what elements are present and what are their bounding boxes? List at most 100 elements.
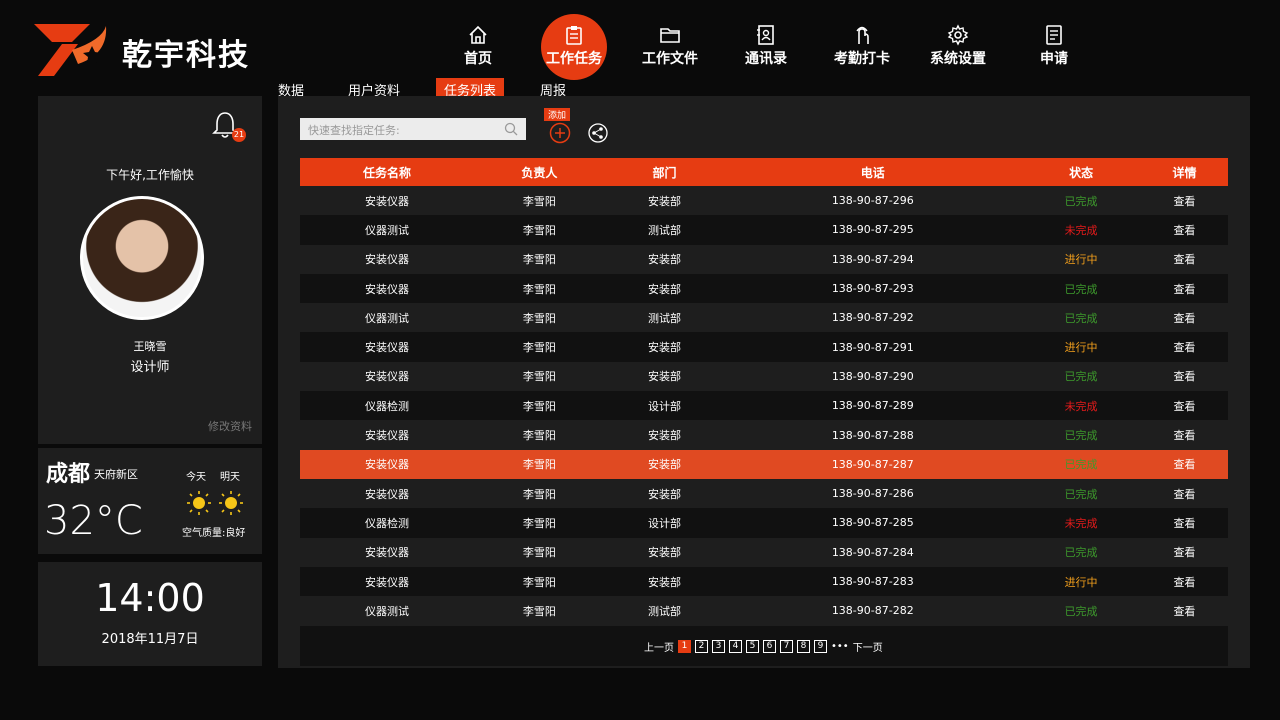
status-badge: 已完成: [1064, 458, 1098, 472]
view-link[interactable]: 查看: [1141, 215, 1228, 244]
table-cell: 138-90-87-283: [831, 575, 914, 588]
status-badge: 已完成: [1064, 487, 1098, 501]
table-row[interactable]: 仪器测试 李雪阳 测试部 138-90-87-292 已完成 查看: [300, 303, 1228, 333]
weather-city: 成都: [46, 462, 91, 487]
table-header-row: 任务名称 负责人 部门 电话 状态 详情: [300, 158, 1228, 186]
edit-profile-link[interactable]: 修改资料: [208, 418, 252, 434]
table-cell: 李雪阳: [522, 253, 556, 267]
table-cell: 138-90-87-291: [831, 340, 914, 354]
view-link[interactable]: 查看: [1141, 245, 1228, 274]
status-badge: 已完成: [1064, 194, 1098, 208]
table-row[interactable]: 仪器测试 李雪阳 测试部 138-90-87-295 未完成 查看: [300, 215, 1228, 245]
nav-item-1[interactable]: 工作任务: [526, 14, 622, 80]
table-cell: 李雪阳: [522, 575, 556, 589]
table-row[interactable]: 仪器检测 李雪阳 设计部 138-90-87-285 未完成 查看: [300, 508, 1228, 538]
logo-icon: [34, 24, 107, 76]
table-cell: 138-90-87-288: [831, 428, 914, 442]
nav-item-label: 工作文件: [642, 51, 698, 67]
view-link[interactable]: 查看: [1141, 450, 1228, 479]
page-button[interactable]: 2: [695, 640, 708, 653]
pagination-bar: 上一页 1 2 3 4 5 6 7 8 9 ••• 下一页: [300, 626, 1228, 666]
page-button[interactable]: 5: [746, 640, 759, 653]
view-link[interactable]: 查看: [1141, 508, 1228, 537]
nav-item-6[interactable]: 申请: [1006, 14, 1102, 80]
table-row[interactable]: 安装仪器 李雪阳 安装部 138-90-87-288 已完成 查看: [300, 420, 1228, 450]
share-icon[interactable]: [588, 123, 608, 143]
weather-district: 天府新区: [94, 468, 138, 481]
table-cell: 李雪阳: [522, 341, 556, 355]
view-link[interactable]: 查看: [1141, 274, 1228, 303]
table-row[interactable]: 仪器测试 李雪阳 测试部 138-90-87-282 已完成 查看: [300, 596, 1228, 626]
page-button[interactable]: 3: [712, 640, 725, 653]
page-button[interactable]: 9: [814, 640, 827, 653]
page-button[interactable]: 4: [729, 640, 742, 653]
sun-icon: [219, 491, 243, 515]
table-cell: 安装仪器: [365, 370, 410, 384]
table-row[interactable]: 安装仪器 李雪阳 安装部 138-90-87-296 已完成 查看: [300, 186, 1228, 216]
notification-badge: 21: [232, 128, 246, 142]
task-panel: 快速查找指定任务: 添加 任务名称 负责人 部门 电话 状态 详情 安装仪器 李雪阳 安装部 1…: [278, 96, 1250, 668]
table-row[interactable]: 安装仪器 李雪阳 安装部 138-90-87-293 已完成 查看: [300, 273, 1228, 304]
table-cell: 安装部: [647, 458, 681, 472]
view-link[interactable]: 查看: [1141, 362, 1228, 391]
search-input[interactable]: 快速查找指定任务:: [300, 118, 526, 140]
page-button[interactable]: 6: [763, 640, 776, 653]
status-badge: 进行中: [1064, 341, 1098, 355]
nav-item-2[interactable]: 工作文件: [622, 14, 718, 80]
column-header: 部门: [652, 165, 677, 180]
view-link[interactable]: 查看: [1141, 303, 1228, 332]
table-cell: 138-90-87-293: [831, 282, 914, 296]
next-page-button[interactable]: 下一页: [853, 639, 883, 654]
view-link[interactable]: 查看: [1141, 332, 1228, 361]
table-row[interactable]: 安装仪器 李雪阳 安装部 138-90-87-286 已完成 查看: [300, 478, 1228, 509]
table-row[interactable]: 安装仪器 李雪阳 安装部 138-90-87-290 已完成 查看: [300, 361, 1228, 392]
table-cell: 138-90-87-290: [831, 369, 914, 383]
page-button[interactable]: 1: [678, 640, 691, 653]
table-row[interactable]: 安装仪器 李雪阳 安装部 138-90-87-294 进行中 查看: [300, 244, 1228, 274]
nav-item-4[interactable]: 考勤打卡: [814, 14, 910, 80]
avatar: [80, 196, 204, 320]
table-cell: 测试部: [647, 311, 681, 325]
table-row[interactable]: 安装仪器 李雪阳 安装部 138-90-87-291 进行中 查看: [300, 332, 1228, 362]
search-icon[interactable]: [504, 122, 518, 136]
status-badge: 已完成: [1064, 429, 1098, 443]
table-row[interactable]: 安装仪器 李雪阳 安装部 138-90-87-284 已完成 查看: [300, 537, 1228, 567]
add-icon[interactable]: [549, 122, 571, 144]
user-role: 设计师: [130, 360, 170, 375]
greeting: 下午好,工作愉快: [106, 168, 194, 182]
view-link[interactable]: 查看: [1141, 391, 1228, 420]
view-link[interactable]: 查看: [1141, 420, 1228, 449]
nav-item-label: 系统设置: [930, 51, 986, 67]
weather-tomorrow-label: 明天: [220, 472, 240, 483]
table-row[interactable]: 仪器检测 李雪阳 设计部 138-90-87-289 未完成 查看: [300, 391, 1228, 421]
sun-icon: [187, 491, 211, 515]
prev-page-button[interactable]: 上一页: [644, 639, 674, 654]
page-button[interactable]: 8: [797, 640, 810, 653]
table-cell: 李雪阳: [522, 282, 556, 296]
column-header: 负责人: [521, 165, 558, 180]
nav-item-5[interactable]: 系统设置: [910, 14, 1006, 80]
table-cell: 安装仪器: [365, 253, 410, 267]
nav-item-3[interactable]: 通讯录: [718, 14, 814, 80]
table-row[interactable]: 安装仪器 李雪阳 安装部 138-90-87-287 已完成 查看: [300, 449, 1228, 479]
status-badge: 进行中: [1064, 253, 1098, 267]
status-badge: 已完成: [1064, 311, 1098, 325]
table-cell: 安装仪器: [365, 487, 410, 501]
view-link[interactable]: 查看: [1141, 479, 1228, 508]
gear-icon: [947, 24, 969, 46]
view-link[interactable]: 查看: [1141, 596, 1228, 625]
view-link[interactable]: 查看: [1141, 186, 1228, 215]
nav-item-0[interactable]: 首页: [430, 14, 526, 80]
view-link[interactable]: 查看: [1141, 567, 1228, 596]
status-badge: 已完成: [1064, 546, 1098, 560]
table-cell: 李雪阳: [522, 458, 556, 472]
table-cell: 安装部: [647, 487, 681, 501]
page-button[interactable]: 7: [780, 640, 793, 653]
table-cell: 李雪阳: [522, 429, 556, 443]
table-cell: 安装部: [647, 194, 681, 208]
air-quality: 空气质量:良好: [182, 528, 246, 539]
view-link[interactable]: 查看: [1141, 538, 1228, 567]
weather-temperature: 32°C: [44, 498, 143, 544]
folder-icon: [660, 28, 680, 43]
table-row[interactable]: 安装仪器 李雪阳 安装部 138-90-87-283 进行中 查看: [300, 566, 1228, 597]
